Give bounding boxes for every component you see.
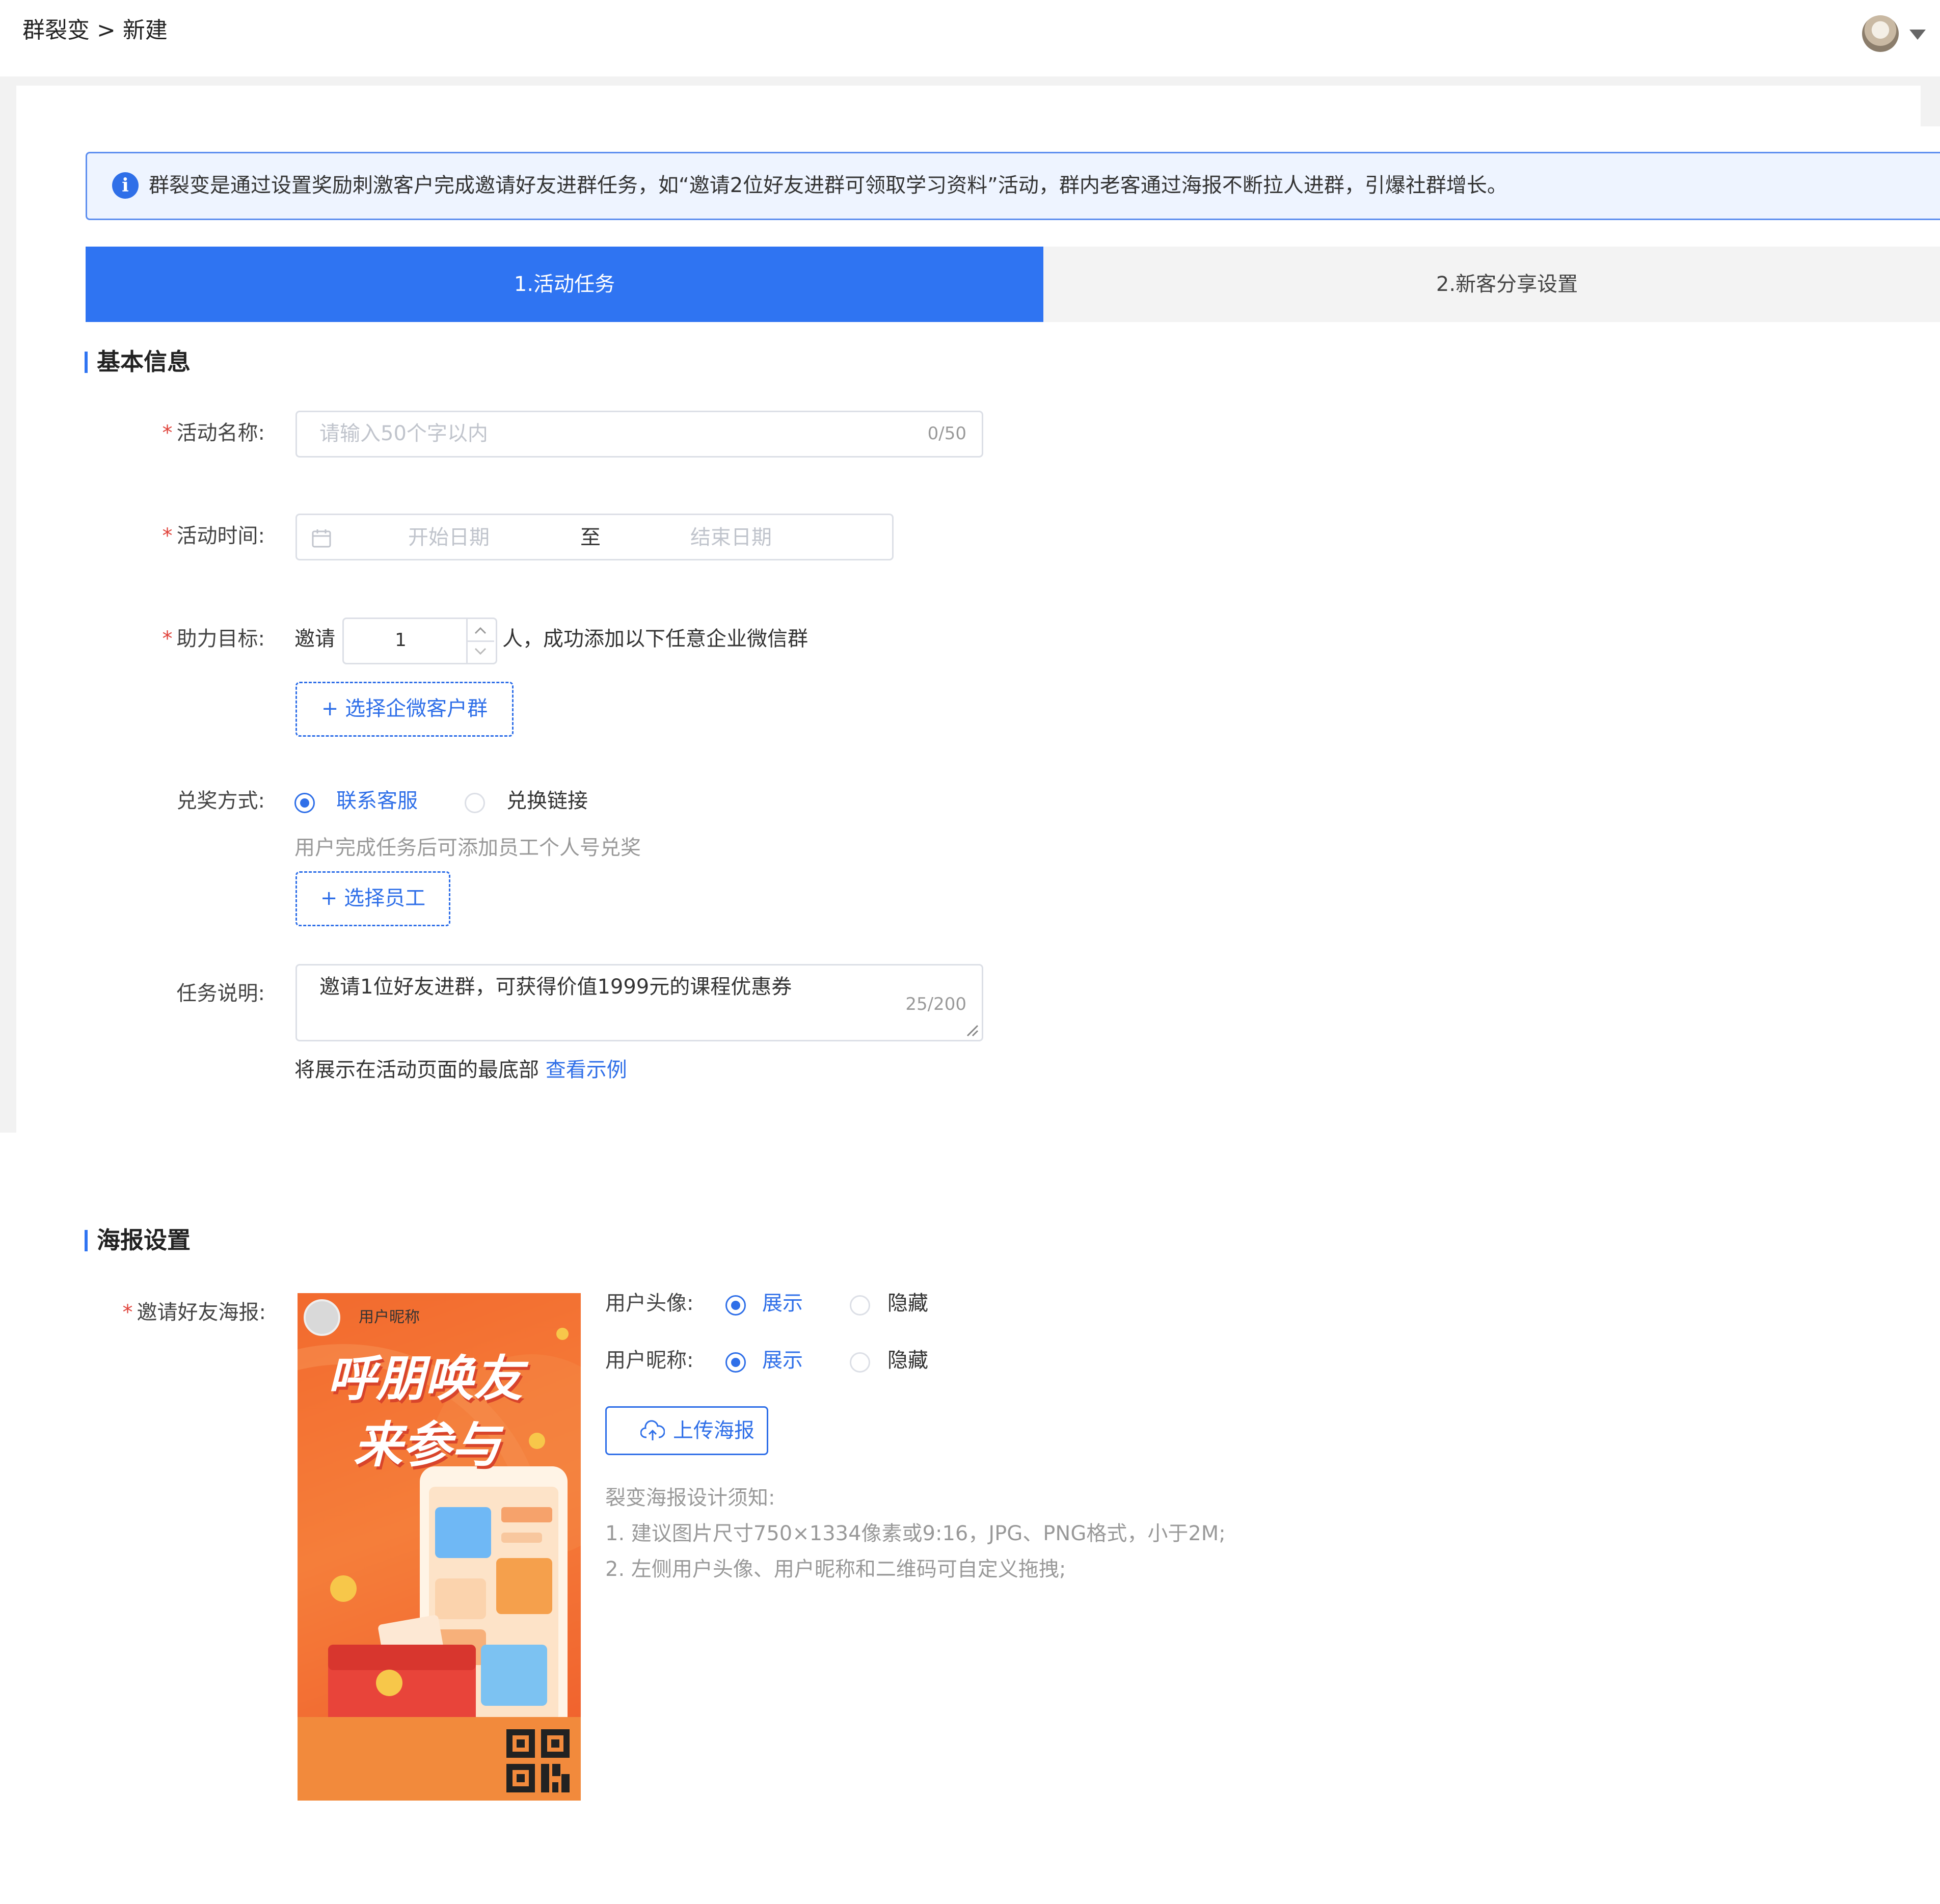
nickname-radio-hide[interactable] [850, 1352, 870, 1373]
poster-headline-1: 呼朋唤友 [327, 1350, 523, 1407]
step-1-label: 1.活动任务 [514, 273, 615, 296]
activity-time-label: * 活动时间: [162, 524, 265, 548]
goal-suffix: 人，成功添加以下任意企业微信群 [502, 627, 808, 651]
section-marker [85, 352, 88, 373]
activity-name-input[interactable]: 请输入50个字以内 0/50 [295, 411, 983, 458]
chevron-down-icon[interactable] [471, 645, 490, 659]
view-example-link[interactable]: 查看示例 [546, 1058, 627, 1082]
step-1[interactable]: 1.活动任务 [86, 247, 1043, 322]
reward-hint: 用户完成任务后可添加员工个人号兑奖 [294, 836, 641, 860]
top-bar [0, 0, 1940, 76]
poster-note-2: 2. 左侧用户头像、用户昵称和二维码可自定义拖拽; [605, 1558, 1066, 1581]
activity-time-range-picker[interactable]: 开始日期 至 结束日期 [295, 514, 894, 560]
left-gutter [0, 86, 16, 1133]
task-desc-value[interactable]: 邀请1位好友进群，可获得价值1999元的课程优惠券 [319, 973, 792, 1001]
goal-prefix: 邀请 [294, 627, 335, 651]
select-staff-button[interactable]: + 选择员工 [295, 871, 450, 926]
poster-headline-2: 来参与 [354, 1416, 500, 1473]
task-desc-counter: 25/200 [905, 994, 966, 1014]
avatar-label: 用户头像: [605, 1292, 694, 1315]
avatar-option-hide[interactable]: 隐藏 [887, 1289, 928, 1318]
avatar-radio-hide[interactable] [850, 1295, 870, 1316]
upload-poster-label: 上传海报 [673, 1419, 755, 1442]
start-date-placeholder[interactable]: 开始日期 [408, 523, 490, 552]
info-icon: i [112, 172, 139, 199]
reward-option-contact[interactable]: 联系客服 [336, 787, 418, 815]
invite-count-value[interactable]: 1 [395, 626, 407, 655]
poster-note-1: 1. 建议图片尺寸750×1334像素或9:16，JPG、PNG格式，小于2M; [605, 1522, 1226, 1545]
task-desc-textarea[interactable]: 邀请1位好友进群，可获得价值1999元的课程优惠券 25/200 [295, 964, 983, 1041]
poster-user-avatar[interactable] [304, 1299, 340, 1336]
right-gutter [1921, 86, 1940, 126]
activity-name-placeholder: 请输入50个字以内 [319, 422, 488, 445]
poster-nickname[interactable]: 用户昵称 [359, 1304, 420, 1327]
calendar-icon [312, 529, 331, 548]
task-desc-hint: 将展示在活动页面的最底部 查看示例 [294, 1058, 627, 1082]
cloud-upload-icon [640, 1420, 665, 1440]
user-avatar[interactable] [1862, 15, 1899, 52]
goal-label: * 助力目标: [162, 627, 265, 651]
avatar-option-show[interactable]: 展示 [762, 1289, 803, 1318]
caret-down-icon[interactable] [1909, 30, 1926, 40]
reward-method-label: 兑奖方式: [176, 789, 265, 813]
step-arrow [1013, 247, 1043, 322]
resize-handle-icon[interactable] [964, 1023, 979, 1037]
select-customer-group-button[interactable]: + 选择企微客户群 [295, 682, 514, 737]
section-title-poster: 海报设置 [97, 1226, 191, 1254]
range-separator: 至 [580, 526, 601, 549]
nickname-option-show[interactable]: 展示 [762, 1346, 803, 1375]
nickname-label: 用户昵称: [605, 1349, 694, 1372]
header-divider [0, 76, 1940, 86]
info-alert-text: 群裂变是通过设置奖励刺激客户完成邀请好友进群任务，如“邀请2位好友进群可领取学习… [149, 174, 1507, 197]
step-2-label: 2.新客分享设置 [1436, 273, 1578, 296]
breadcrumb: 群裂变 > 新建 [22, 17, 168, 43]
invite-poster-preview[interactable]: 用户昵称 呼朋唤友 来参与 [298, 1293, 581, 1801]
reward-radio-link[interactable] [465, 793, 485, 813]
invite-poster-label: * 邀请好友海报: [122, 1301, 266, 1324]
stepper-mid-divider [468, 640, 494, 642]
step-2[interactable]: 2.新客分享设置 [1043, 247, 1940, 322]
invite-count-stepper[interactable]: 1 [342, 618, 497, 664]
task-desc-label: 任务说明: [176, 982, 265, 1005]
poster-notes-title: 裂变海报设计须知: [605, 1486, 775, 1510]
reward-radio-contact[interactable] [294, 793, 315, 813]
reward-option-link[interactable]: 兑换链接 [506, 787, 588, 815]
section-marker [85, 1230, 88, 1251]
activity-name-counter: 0/50 [927, 423, 966, 444]
chevron-up-icon[interactable] [471, 623, 490, 637]
nickname-option-hide[interactable]: 隐藏 [887, 1346, 928, 1375]
activity-name-label: * 活动名称: [162, 421, 265, 445]
nickname-radio-show[interactable] [725, 1352, 746, 1373]
avatar-radio-show[interactable] [725, 1295, 746, 1316]
end-date-placeholder[interactable]: 结束日期 [690, 523, 772, 552]
upload-poster-button[interactable]: 上传海报 [605, 1406, 768, 1455]
section-title-basic: 基本信息 [97, 348, 191, 376]
